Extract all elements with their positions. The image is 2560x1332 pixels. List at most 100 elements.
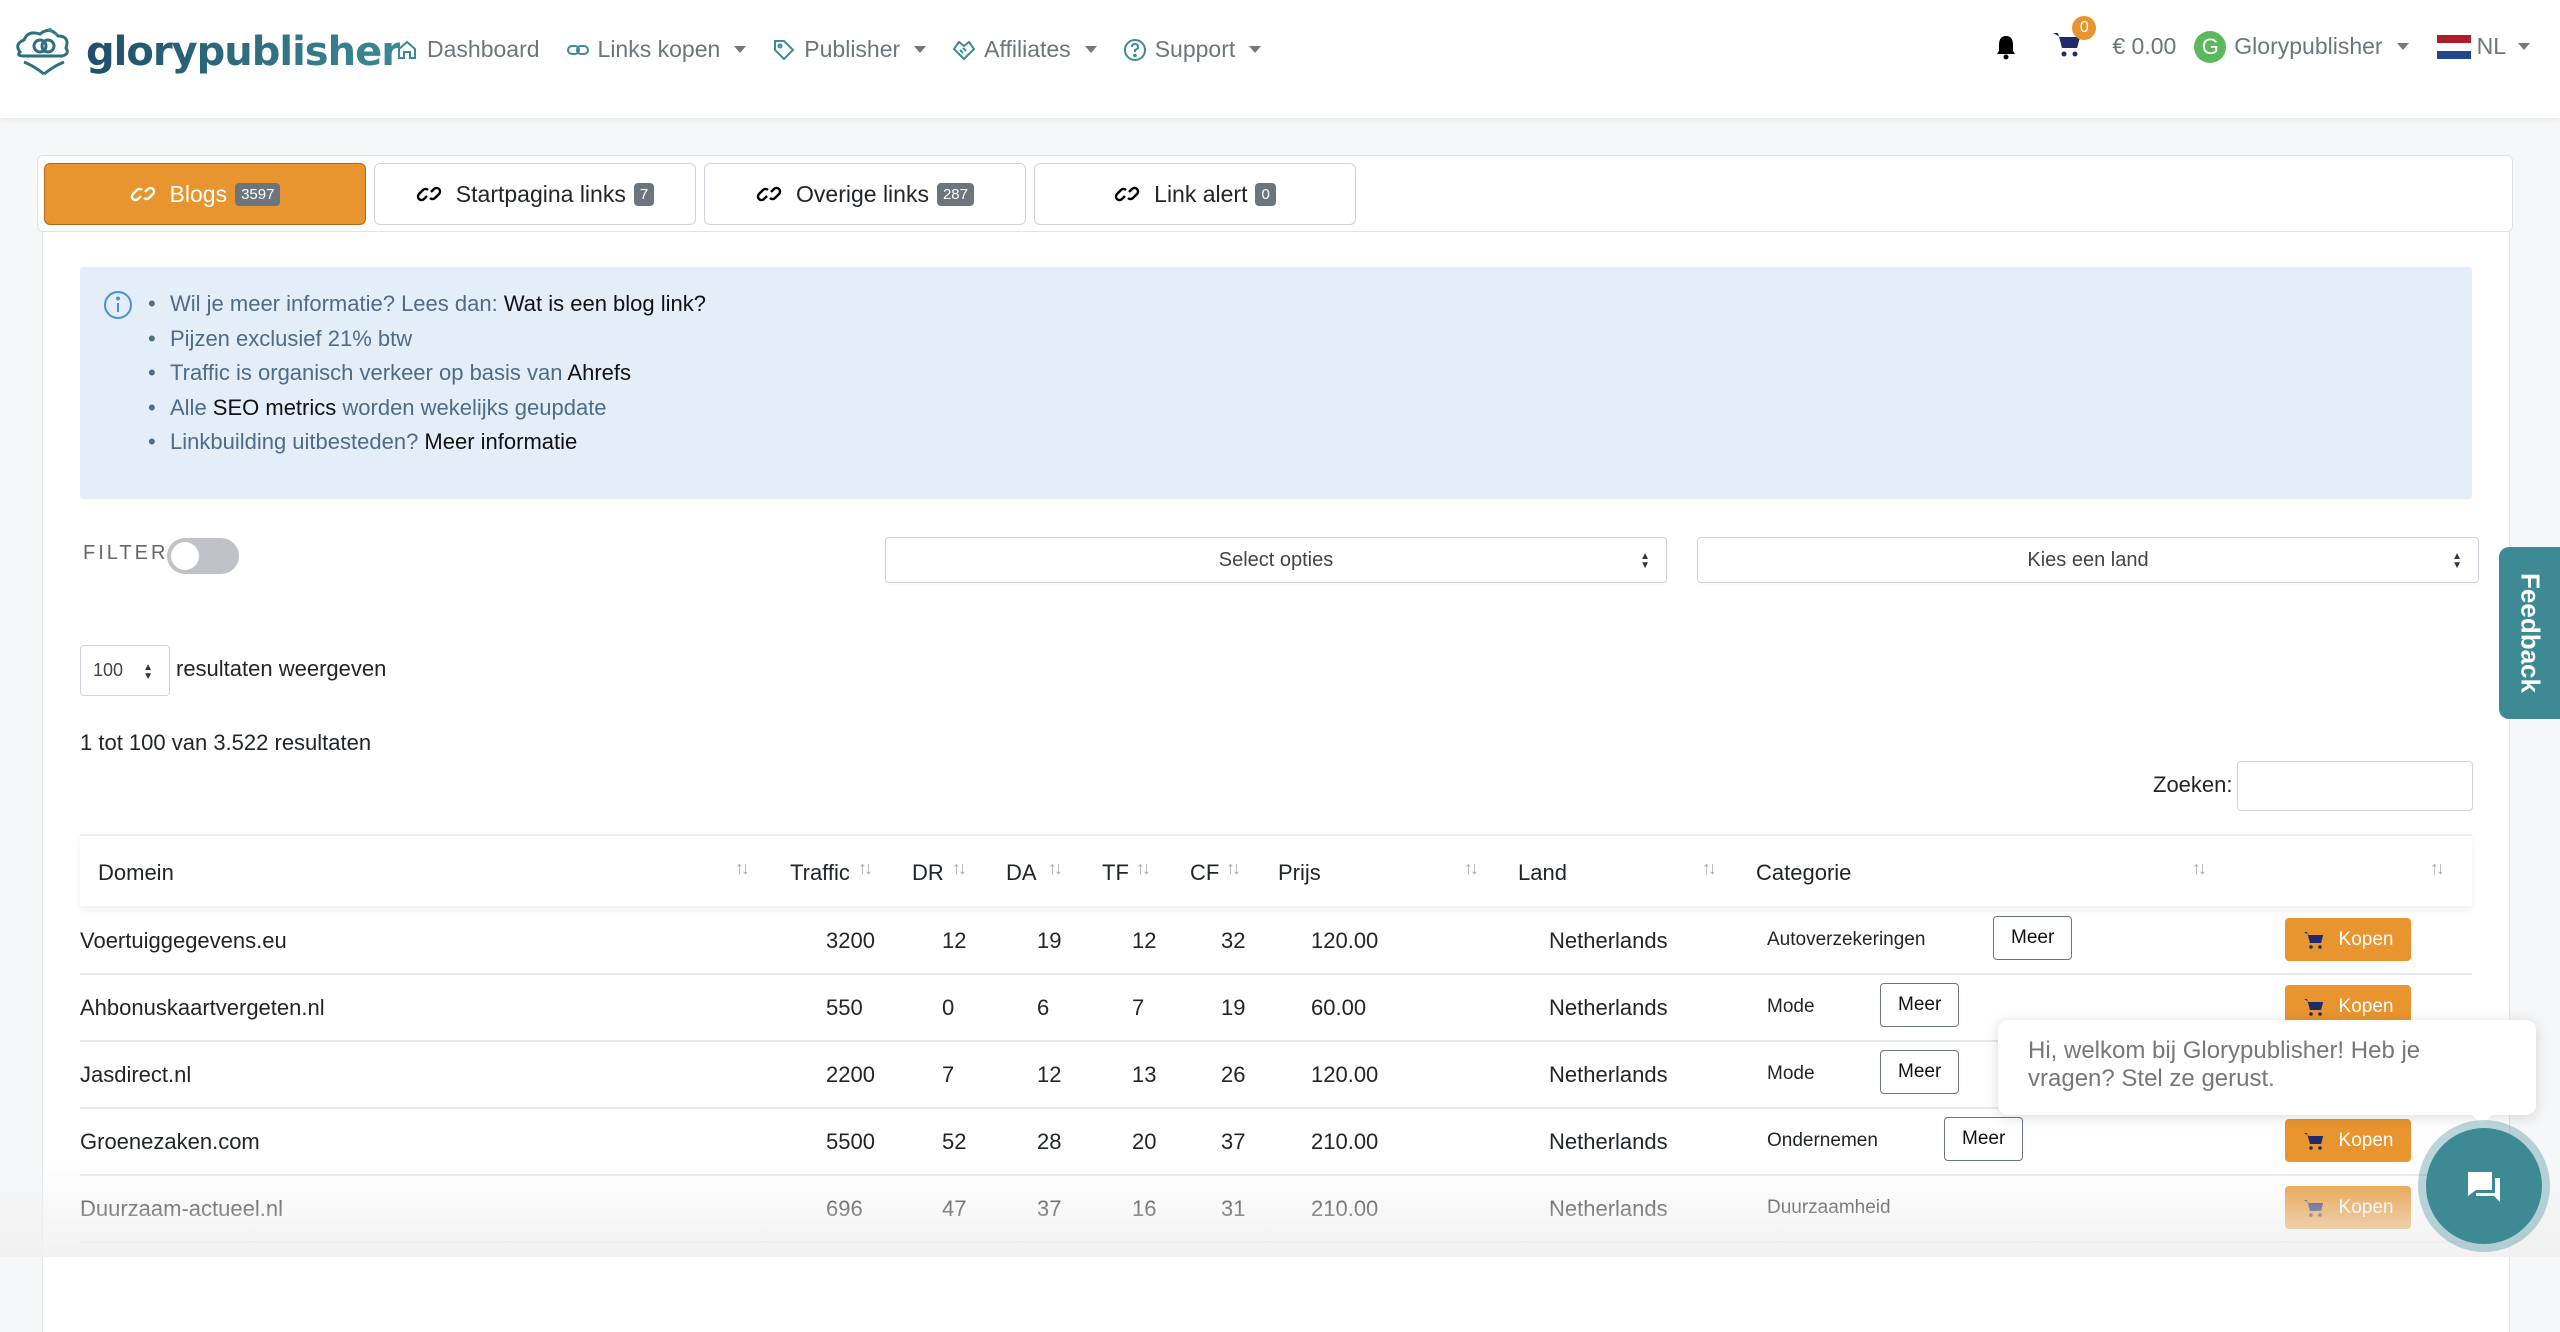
dr-cell: 12 [942,928,967,953]
meer-button[interactable]: Meer [1880,983,1960,1027]
country-select[interactable]: Kies een land ▲ ▼ [1697,537,2479,583]
seo-metrics-link[interactable]: SEO metrics [213,395,336,420]
column-header-cf[interactable]: CF [1190,860,1219,886]
domain-cell[interactable]: Duurzaam-actueel.nl [80,1196,283,1222]
filter-toggle[interactable] [167,538,239,574]
info-text: worden wekelijks geupdate [336,394,607,420]
tf-cell: 7 [1132,995,1145,1020]
cf-cell: 32 [1221,928,1246,953]
ahrefs-link[interactable]: Ahrefs [567,360,631,385]
tab-overige-links[interactable]: Overige links 287 [704,163,1026,225]
tab-link-alert-label: Link alert [1154,180,1248,207]
da-cell: 12 [1037,1062,1062,1087]
kopen-button[interactable]: Kopen [2285,918,2411,961]
traffic-cell: 2200 [826,1062,875,1087]
kopen-button[interactable]: Kopen [2285,1119,2411,1162]
da-cell: 37 [1037,1196,1062,1221]
per-page-value: 100 [93,660,124,680]
country-cell: Netherlands [1549,1129,1668,1154]
chat-welcome-bubble[interactable]: Hi, welkom bij Glorypublisher! Heb je vr… [1998,1020,2536,1125]
nav-dashboard[interactable]: Dashboard [395,36,540,63]
table-header: Domein ↑↓ Traffic ↑↓ DR ↑↓ DA ↑↓ TF ↑↓ C… [80,834,2472,906]
select-arrows-icon: ▲ ▼ [2452,551,2462,571]
nav-support[interactable]: Support [1123,36,1262,63]
feedback-tab[interactable]: Feedback [2499,547,2560,719]
top-navbar: glorypublisher Dashboard Links kopen Pub… [0,0,2560,118]
sort-icon[interactable]: ↑↓ [1136,858,1151,879]
domain-cell[interactable]: Ahbonuskaartvergeten.nl [80,995,325,1021]
chat-launcher-button[interactable] [2426,1128,2542,1244]
kopen-label: Kopen [2338,995,2394,1017]
domain-cell[interactable]: Groenezaken.com [80,1129,260,1155]
nav-affiliates-label: Affiliates [984,36,1071,62]
sort-icon[interactable]: ↑↓ [1464,858,1479,879]
blog-link-info-link[interactable]: Wat is een blog link? [504,291,706,316]
column-header-traffic[interactable]: Traffic [790,860,850,886]
domain-cell[interactable]: Voertuiggegevens.eu [80,928,287,954]
sort-icon[interactable]: ↑↓ [1702,858,1717,879]
column-header-prijs[interactable]: Prijs [1278,860,1321,886]
country-select-value: Kies een land [2027,548,2149,571]
column-header-land[interactable]: Land [1518,860,1567,886]
chevron-down-icon [2396,43,2409,50]
home-icon [398,40,416,59]
traffic-cell: 696 [826,1196,863,1221]
meer-button[interactable]: Meer [1880,1050,1960,1094]
chat-welcome-message: Hi, welkom bij Glorypublisher! Heb je vr… [2028,1037,2421,1092]
nav-publisher[interactable]: Publisher [772,36,927,63]
meer-button[interactable]: Meer [1993,916,2073,960]
info-item: Traffic is organisch verkeer op basis va… [148,356,706,391]
options-select[interactable]: Select opties ▲ ▼ [885,537,1667,583]
link-type-tabs: Blogs 3597 Startpagina links 7 Overige l… [37,155,2513,232]
kopen-button[interactable]: Kopen [2285,1186,2411,1229]
sort-icon[interactable]: ↑↓ [2430,858,2445,879]
info-text: Traffic is organisch verkeer op basis va… [170,360,568,385]
column-header-da[interactable]: DA [1006,860,1037,886]
sort-icon[interactable]: ↑↓ [1048,858,1063,879]
da-cell: 6 [1037,995,1050,1020]
column-header-dr[interactable]: DR [912,860,944,886]
logo[interactable]: glorypublisher [10,26,401,78]
meer-informatie-link[interactable]: Meer informatie [424,429,577,454]
info-item: Pijzen exclusief 21% btw [148,322,706,357]
sort-icon[interactable]: ↑↓ [858,858,873,879]
country-cell: Netherlands [1549,928,1668,953]
language-code: NL [2476,33,2506,59]
cf-cell: 26 [1221,1062,1246,1087]
tab-link-alert[interactable]: Link alert 0 [1034,163,1356,225]
domain-cell[interactable]: Jasdirect.nl [80,1062,191,1088]
chevron-down-icon [1249,46,1262,53]
nav-affiliates[interactable]: Affiliates [952,36,1097,63]
user-menu[interactable]: G Glorypublisher [2194,30,2409,63]
tag-icon [774,39,795,60]
da-cell: 19 [1037,928,1062,953]
cart-button[interactable]: 0 [2052,16,2097,63]
sort-icon[interactable]: ↑↓ [2192,858,2207,879]
tf-cell: 12 [1132,928,1157,953]
tab-startpagina-label: Startpagina links [455,180,626,207]
column-header-categorie[interactable]: Categorie [1756,860,1851,886]
column-header-domein[interactable]: Domein [98,860,174,886]
sort-icon[interactable]: ↑↓ [1226,858,1241,879]
info-list: Wil je meer informatie? Lees dan: Wat is… [148,287,706,460]
tf-cell: 16 [1132,1196,1157,1221]
country-cell: Netherlands [1549,1062,1668,1087]
chevron-down-icon [1084,46,1097,53]
sort-icon[interactable]: ↑↓ [735,858,750,879]
tab-startpagina-links[interactable]: Startpagina links 7 [374,163,696,225]
nav-links-kopen[interactable]: Links kopen [566,36,747,63]
category-cell: Autoverzekeringen [1767,929,1926,950]
meer-button[interactable]: Meer [1944,1117,2024,1161]
language-selector[interactable]: NL [2436,33,2530,60]
feedback-label: Feedback [2515,573,2545,693]
chevron-down-icon [734,46,747,53]
price-cell: 60.00 [1311,995,1367,1020]
per-page-select[interactable]: 100 ▲ ▼ [80,645,170,696]
sort-icon[interactable]: ↑↓ [952,858,967,879]
tab-link-alert-count: 0 [1255,182,1276,206]
column-header-tf[interactable]: TF [1102,860,1129,886]
search-input[interactable] [2237,761,2473,811]
tab-startpagina-count: 7 [633,182,655,206]
tab-blogs[interactable]: Blogs 3597 [44,163,366,225]
bell-icon[interactable] [1994,34,2018,60]
